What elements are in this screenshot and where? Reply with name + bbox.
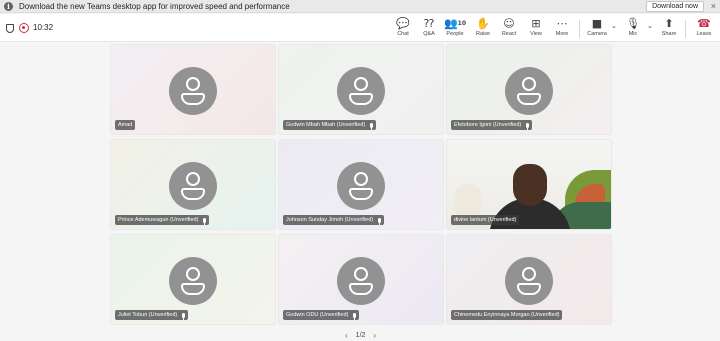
avatar — [169, 162, 217, 210]
share-icon: ⬆ — [664, 17, 674, 30]
name-tag: Prince Ademuwagun (Unverified) — [115, 215, 210, 225]
chat-button[interactable]: 💬 Chat — [390, 17, 416, 41]
participant-tile[interactable]: Godwin Mbah Mbah (Unverified) — [278, 44, 444, 135]
close-icon[interactable]: × — [711, 0, 716, 13]
participant-name: Efetobore Igoni (Unverified) — [454, 122, 522, 128]
recording-icon — [19, 23, 29, 33]
chevron-left-icon[interactable]: ‹ — [345, 331, 348, 340]
participant-name: Johnson Sunday Jimoh (Unverified) — [286, 217, 374, 223]
name-tag: Godwin Mbah Mbah (Unverified) — [283, 120, 377, 130]
leave-button[interactable]: ☎ Leave — [691, 17, 717, 41]
mic-options-chevron-down-icon[interactable]: ⌄ — [647, 22, 653, 30]
banner-message: Download the new Teams desktop app for i… — [19, 1, 290, 11]
name-tag: Amad — [115, 120, 136, 130]
info-icon: i — [4, 1, 13, 11]
phone-hangup-icon: ☎ — [697, 17, 711, 30]
mic-icon — [378, 217, 382, 225]
page-navigation: ‹ 1/2 › — [345, 331, 376, 340]
participant-name: Juliet Tobun (Unverified) — [118, 312, 178, 318]
name-tag: divine lantum (Unverified) — [451, 215, 520, 225]
video-background-plant — [455, 184, 481, 214]
mic-icon — [526, 122, 530, 130]
people-count: 10 — [457, 20, 467, 27]
participant-tile[interactable]: Johnson Sunday Jimoh (Unverified) — [278, 139, 444, 230]
avatar — [505, 257, 553, 305]
chevron-right-icon[interactable]: › — [373, 331, 376, 340]
mic-icon — [370, 122, 374, 130]
mic-icon — [182, 312, 186, 320]
download-now-button[interactable]: Download now — [646, 1, 704, 12]
shield-icon — [6, 24, 14, 33]
mic-button[interactable]: 🎙 Mic — [620, 17, 646, 41]
more-button[interactable]: ⋯ More — [549, 17, 575, 41]
hand-icon: ✋ — [476, 17, 490, 30]
grid-icon: ⊞ — [531, 17, 541, 30]
mic-icon: 🎙 — [626, 17, 640, 30]
avatar — [337, 67, 385, 115]
page-indicator: 1/2 — [355, 332, 366, 339]
participant-name: Prince Ademuwagun (Unverified) — [118, 217, 199, 223]
share-button[interactable]: ⬆ Share — [656, 17, 682, 41]
participant-video-tile[interactable]: divine lantum (Unverified) — [446, 139, 612, 230]
chat-icon: 💬 — [396, 17, 410, 30]
participant-name: Chinemedu Enyinnaya Morgan (Unverified) — [454, 312, 560, 318]
download-banner: i Download the new Teams desktop app for… — [0, 0, 720, 13]
name-tag: Juliet Tobun (Unverified) — [115, 310, 189, 320]
participant-tile[interactable]: Prince Ademuwagun (Unverified) — [110, 139, 276, 230]
toolbar-divider — [579, 20, 580, 38]
raise-hand-button[interactable]: ✋ Raise — [470, 17, 496, 41]
name-tag: Godwin ODU (Unverified) — [283, 310, 360, 320]
toolbar-divider — [685, 20, 686, 38]
participant-tile[interactable]: Juliet Tobun (Unverified) — [110, 234, 276, 325]
avatar — [169, 257, 217, 305]
meeting-toolbar: 10:32 💬 Chat ⁇ Q&A 👥10 People ✋ Raise ☺ … — [0, 14, 720, 42]
mic-icon — [203, 217, 207, 225]
participant-name: Godwin ODU (Unverified) — [286, 312, 349, 318]
more-icon: ⋯ — [556, 17, 568, 30]
mic-icon — [353, 312, 357, 320]
participant-name: divine lantum (Unverified) — [454, 217, 517, 223]
name-tag: Chinemedu Enyinnaya Morgan (Unverified) — [451, 310, 563, 320]
camera-options-chevron-down-icon[interactable]: ⌄ — [611, 22, 617, 30]
camera-icon: ■ — [591, 17, 603, 30]
avatar — [169, 67, 217, 115]
participant-tile[interactable]: Chinemedu Enyinnaya Morgan (Unverified) — [446, 234, 612, 325]
react-button[interactable]: ☺ React — [496, 17, 522, 41]
name-tag: Johnson Sunday Jimoh (Unverified) — [283, 215, 385, 225]
participant-tile[interactable]: Efetobore Igoni (Unverified) — [446, 44, 612, 135]
avatar — [505, 67, 553, 115]
qa-button[interactable]: ⁇ Q&A — [416, 17, 442, 41]
participant-name: Amad — [118, 122, 133, 128]
participant-tile[interactable]: Amad — [110, 44, 276, 135]
people-icon: 👥 — [443, 17, 458, 30]
avatar — [337, 162, 385, 210]
avatar — [337, 257, 385, 305]
meeting-timer: 10:32 — [33, 23, 54, 32]
smile-icon: ☺ — [503, 17, 515, 30]
view-button[interactable]: ⊞ View — [523, 17, 549, 41]
participant-tile[interactable]: Godwin ODU (Unverified) — [278, 234, 444, 325]
participant-name: Godwin Mbah Mbah (Unverified) — [286, 122, 366, 128]
people-button[interactable]: 👥10 People — [442, 17, 468, 41]
qa-icon: ⁇ — [423, 17, 435, 30]
camera-button[interactable]: ■ Camera — [584, 17, 610, 41]
name-tag: Efetobore Igoni (Unverified) — [451, 120, 533, 130]
